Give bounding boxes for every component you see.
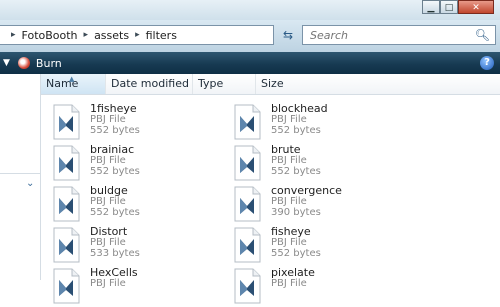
file-type: PBJ File	[271, 155, 307, 166]
file-item[interactable]: blockhead PBJ File 552 bytes	[224, 102, 404, 142]
file-type: PBJ File	[90, 196, 126, 207]
pbj-file-icon	[232, 145, 262, 181]
file-size: 552 bytes	[271, 248, 321, 259]
maximize-button[interactable]: □	[440, 0, 458, 14]
search-icon[interactable]: 🔍︎	[475, 28, 490, 42]
file-list: 1fisheye PBJ File 552 bytes blockhead PBJ Fi…	[41, 94, 500, 304]
burn-button[interactable]: Burn	[36, 57, 62, 70]
file-type: PBJ File	[271, 196, 307, 207]
command-bar: ▼ Burn ?	[0, 52, 500, 74]
column-headers: ▲ Name Date modified Type Size	[41, 74, 500, 95]
pbj-file-icon	[51, 227, 81, 263]
file-size: 552 bytes	[90, 207, 140, 218]
pbj-file-icon	[232, 268, 262, 304]
column-header-date-modified[interactable]: Date modified	[106, 74, 193, 94]
breadcrumb-separator[interactable]: ▸	[84, 30, 89, 40]
minimize-button[interactable]: ▁	[422, 0, 440, 14]
pbj-file-icon	[232, 104, 262, 140]
window-controls: ▁ □ ✕	[422, 0, 494, 18]
file-type: PBJ File	[90, 237, 126, 248]
pbj-file-icon	[51, 268, 81, 304]
pbj-file-icon	[51, 104, 81, 140]
file-item[interactable]: brainiac PBJ File 552 bytes	[43, 143, 223, 183]
pbj-file-icon	[232, 186, 262, 222]
file-size: 552 bytes	[271, 166, 321, 177]
title-bar: ▁ □ ✕	[0, 0, 500, 20]
file-item[interactable]: fisheye PBJ File 552 bytes	[224, 225, 404, 265]
file-size: 552 bytes	[271, 125, 321, 136]
breadcrumb-separator: ▸	[11, 30, 16, 40]
column-header-type[interactable]: Type	[193, 74, 256, 94]
file-size: 533 bytes	[90, 248, 140, 259]
file-size: 390 bytes	[271, 207, 321, 218]
sort-ascending-icon: ▲	[69, 75, 75, 83]
file-size: 552 bytes	[90, 125, 140, 136]
breadcrumb-separator[interactable]: ▸	[135, 30, 140, 40]
file-item[interactable]: brute PBJ File 552 bytes	[224, 143, 404, 183]
column-header-size[interactable]: Size	[256, 74, 500, 94]
file-type: PBJ File	[271, 114, 307, 125]
close-button[interactable]: ✕	[458, 0, 494, 14]
burn-disc-icon	[17, 57, 30, 69]
navigation-pane: ⌄	[0, 74, 41, 280]
nav-divider	[0, 173, 40, 174]
file-size: 552 bytes	[90, 166, 140, 177]
file-item[interactable]: convergence PBJ File 390 bytes	[224, 184, 404, 224]
file-type: PBJ File	[90, 114, 126, 125]
breadcrumb-assets[interactable]: assets	[94, 29, 129, 42]
file-item[interactable]: HexCells PBJ File	[43, 266, 223, 306]
file-item[interactable]: Distort PBJ File 533 bytes	[43, 225, 223, 265]
pbj-file-icon	[232, 227, 262, 263]
file-item[interactable]: buldge PBJ File 552 bytes	[43, 184, 223, 224]
address-row: ▸ FotoBooth ▸ assets ▸ filters ⇆ 🔍︎	[0, 20, 500, 52]
search-input[interactable]	[308, 27, 472, 43]
breadcrumb-fotobooth[interactable]: FotoBooth	[22, 29, 78, 42]
chevron-down-icon[interactable]: ▼	[3, 58, 10, 68]
file-item[interactable]: 1fisheye PBJ File 552 bytes	[43, 102, 223, 142]
refresh-icon[interactable]: ⇆	[277, 25, 299, 45]
pbj-file-icon	[51, 186, 81, 222]
address-bar[interactable]: ▸ FotoBooth ▸ assets ▸ filters	[0, 25, 274, 45]
file-type: PBJ File	[90, 155, 126, 166]
column-header-name[interactable]: ▲ Name	[41, 74, 106, 94]
help-icon[interactable]: ?	[480, 56, 494, 70]
search-box[interactable]: 🔍︎	[302, 25, 496, 45]
breadcrumb-filters[interactable]: filters	[146, 29, 177, 42]
chevron-down-icon[interactable]: ⌄	[26, 178, 34, 189]
pbj-file-icon	[51, 145, 81, 181]
file-type: PBJ File	[271, 237, 307, 248]
file-item[interactable]: pixelate PBJ File	[224, 266, 404, 306]
